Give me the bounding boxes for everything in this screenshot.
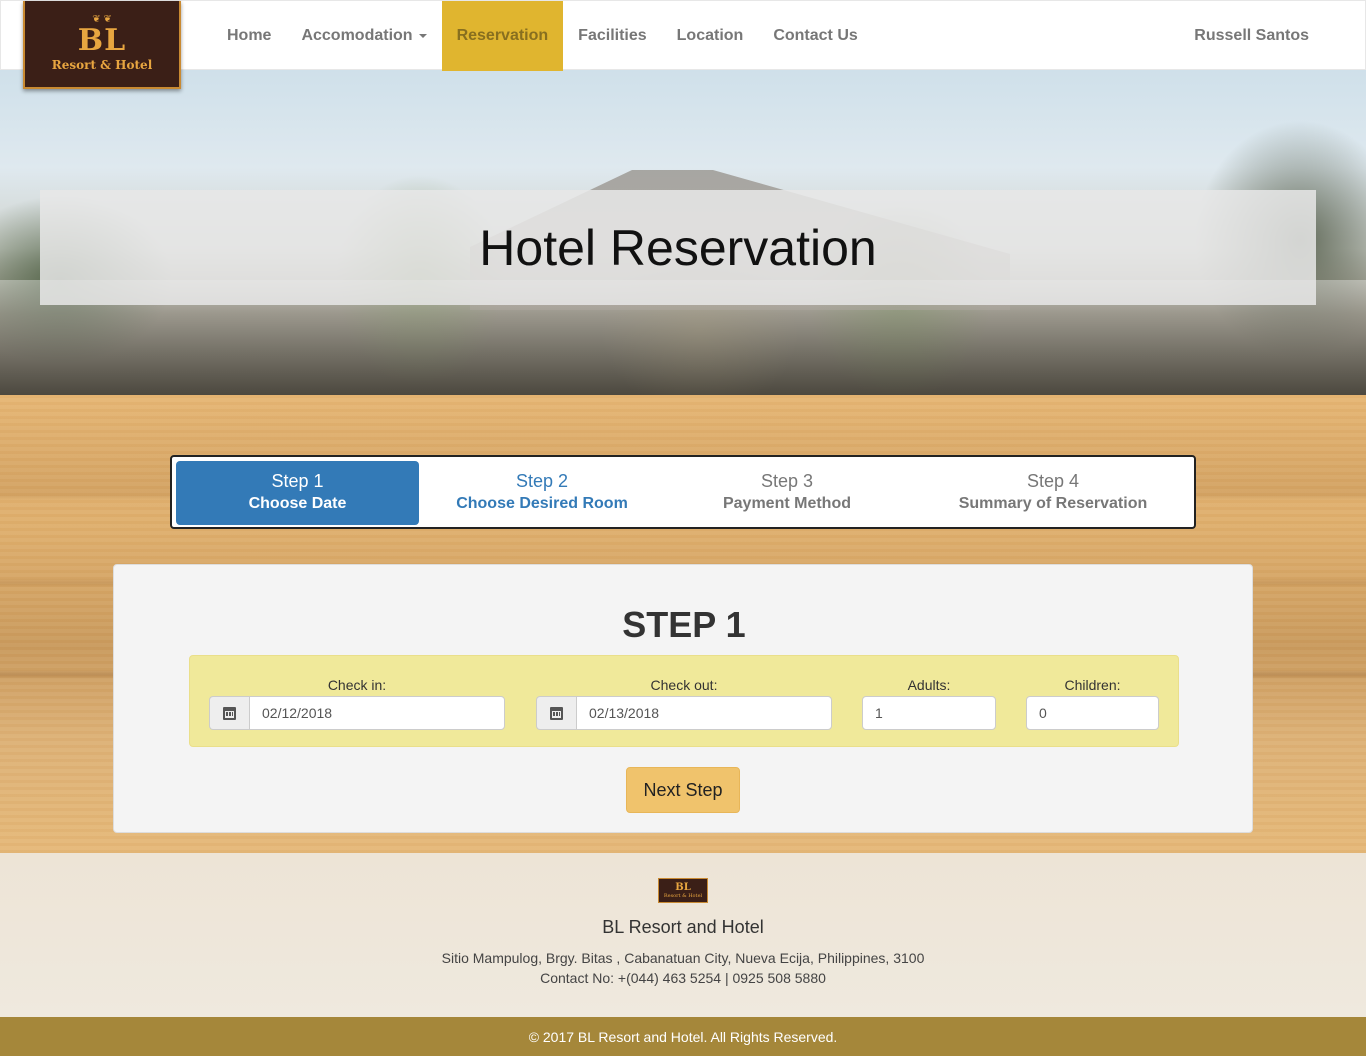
step-label: Payment Method [722,495,851,512]
logo-sub-text: Resort & Hotel [51,58,153,72]
nav-item-contact-us[interactable]: Contact Us [758,1,872,71]
nav-menu: Home Accomodation Reservation Facilities… [212,1,873,71]
step-4-tab: Step 4 Summary of Reservation [912,461,1194,525]
checkout-calendar-button[interactable] [536,696,576,730]
hero-title-box: Hotel Reservation [40,190,1316,305]
footer-logo: BL Resort & Hotel [658,878,708,903]
nav-item-label: Contact Us [773,27,858,44]
nav-item-accomodation[interactable]: Accomodation [286,1,441,71]
brand-logo[interactable]: ❦ ❦ BL Resort & Hotel [23,1,181,89]
nav-item-label: Reservation [456,27,549,44]
logo-main-text: BL [77,23,127,58]
checkout-date-input[interactable]: 02/13/2018 [576,696,832,730]
next-step-button[interactable]: Next Step [626,767,740,813]
checkout-input-group: 02/13/2018 [536,696,832,730]
adults-input[interactable]: 1 [862,696,996,730]
children-field: Children: 0 [1026,676,1159,730]
step-heading: STEP 1 [622,604,746,645]
step-label: Summary of Reservation [958,495,1148,512]
nav-item-label: Location [676,27,744,44]
checkin-label: Check in: [327,677,387,693]
user-menu[interactable]: Russell Santos [1194,1,1309,71]
checkin-date-input[interactable]: 02/12/2018 [249,696,505,730]
children-input[interactable]: 0 [1026,696,1159,730]
adults-label: Adults: [907,677,951,693]
nav-item-label: Facilities [578,27,647,44]
adults-field: Adults: 1 [862,676,996,730]
checkin-field: Check in: 02/12/2018 [209,676,505,730]
footer-contact: Contact No: +(044) 463 5254 | 0925 508 5… [540,970,826,986]
step-number: Step 2 [515,471,569,491]
page-title: Hotel Reservation [479,219,877,276]
checkout-label: Check out: [650,677,718,693]
nav-item-label: Accomodation [301,27,413,44]
children-label: Children: [1064,677,1121,693]
step-3-tab: Step 3 Payment Method [667,461,907,525]
calendar-icon [550,706,563,720]
footer-hotel-name: BL Resort and Hotel [602,917,764,937]
hero-banner-image: Hotel Reservation [0,70,1366,395]
step-label: Choose Date [248,495,347,512]
checkout-field: Check out: 02/13/2018 [536,676,832,730]
footer-logo-sub: Resort & Hotel [663,892,703,899]
caret-down-icon [418,34,427,38]
nav-item-home[interactable]: Home [212,1,286,71]
footer-address: Sitio Mampulog, Brgy. Bitas , Cabanatuan… [441,950,925,966]
step-number: Step 4 [1026,471,1080,491]
step-label: Choose Desired Room [456,495,628,512]
nav-item-label: Home [227,27,272,44]
footer-logo-main: BL [675,881,691,893]
step-2-tab[interactable]: Step 2 Choose Desired Room [422,461,662,525]
step-wizard: Step 1 Choose Date Step 2 Choose Desired… [170,455,1196,529]
nav-item-reservation[interactable]: Reservation [441,1,564,71]
copyright-bar: © 2017 BL Resort and Hotel. All Rights R… [0,1017,1366,1056]
step-number: Step 1 [271,471,324,491]
footer: BL Resort & Hotel BL Resort and Hotel Si… [0,853,1366,1017]
nav-item-facilities[interactable]: Facilities [563,1,661,71]
date-guest-form: Check in: 02/12/2018 Check out: 02/13/20… [189,655,1179,747]
step-number: Step 3 [760,471,814,491]
nav-item-location[interactable]: Location [662,1,759,71]
step-1-tab[interactable]: Step 1 Choose Date [176,461,419,525]
reservation-panel: STEP 1 Check in: 02/12/2018 Check out: 0… [113,564,1253,833]
checkin-input-group: 02/12/2018 [209,696,505,730]
calendar-icon [223,706,236,720]
navbar: ❦ ❦ BL Resort & Hotel Home Accomodation … [0,0,1366,89]
checkin-calendar-button[interactable] [209,696,249,730]
